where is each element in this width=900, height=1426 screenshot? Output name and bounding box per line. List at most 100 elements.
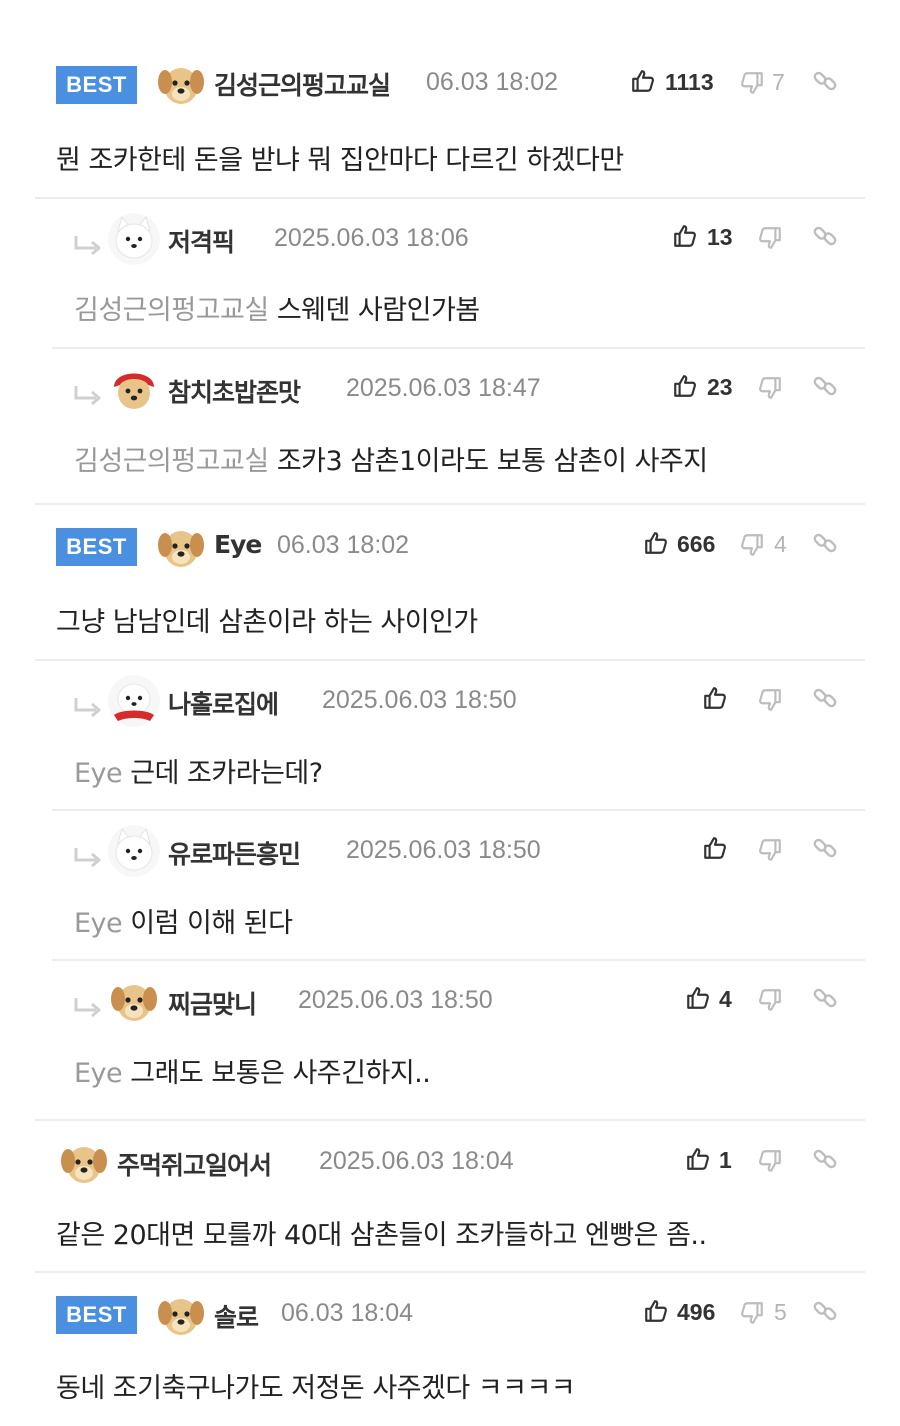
best-badge: BEST	[56, 66, 137, 104]
comment-text: 김성근의펑고교실 조카3 삼촌1이라도 보통 삼촌이 사주지	[74, 439, 708, 478]
like-count: 23	[707, 374, 733, 400]
thumb-down-icon[interactable]	[757, 987, 783, 1013]
comment-author[interactable]: 저격픽	[168, 223, 235, 259]
thumb-up-icon[interactable]	[685, 1146, 711, 1172]
like-count: 1113	[665, 69, 714, 95]
comment-body: 스웨덴 사람인가봄	[276, 295, 480, 326]
link-icon[interactable]	[812, 530, 838, 556]
link-icon[interactable]	[812, 985, 838, 1011]
comment-author[interactable]: 솔로	[214, 1298, 259, 1334]
comment-author[interactable]: 주먹쥐고일어서	[117, 1146, 272, 1182]
link-icon[interactable]	[812, 1298, 838, 1324]
reply-arrow-icon	[72, 234, 104, 258]
avatar[interactable]	[108, 213, 160, 265]
mention[interactable]: Eye	[74, 758, 123, 789]
thumb-up-icon[interactable]	[672, 223, 698, 249]
avatar[interactable]	[108, 675, 160, 727]
comment-item: BEST Eye 06.03 18:02 666 4 그냥 남남인데 삼촌이라 …	[0, 505, 900, 659]
comment-author[interactable]: Eye	[214, 530, 262, 559]
thumb-up-icon[interactable]	[702, 685, 728, 711]
dislike-count: 5	[774, 1299, 787, 1325]
like-count: 13	[707, 224, 733, 250]
comment-date: 06.03 18:02	[277, 531, 410, 559]
mention[interactable]: Eye	[74, 908, 123, 939]
thumb-down-icon[interactable]	[739, 70, 765, 96]
like-count: 1	[719, 1147, 732, 1173]
comment-author[interactable]: 찌금맞니	[168, 985, 257, 1021]
best-badge: BEST	[56, 1296, 137, 1334]
like-count: 666	[677, 531, 716, 557]
thumb-down-icon[interactable]	[739, 532, 765, 558]
mention[interactable]: Eye	[74, 1058, 123, 1089]
link-icon[interactable]	[812, 685, 838, 711]
comment-text: 그냥 남남인데 삼촌이라 하는 사이인가	[56, 607, 478, 638]
thumb-down-icon[interactable]	[757, 225, 783, 251]
link-icon[interactable]	[812, 835, 838, 861]
thumb-up-icon[interactable]	[630, 68, 656, 94]
avatar[interactable]	[155, 521, 207, 573]
reply-item: 참치초밥존맛 2025.06.03 18:47 23 김성근의펑고교실 조카3 …	[0, 349, 900, 503]
comment-text: Eye 이럼 이해 된다	[74, 901, 293, 940]
comment-text: 같은 20대면 모를까 40대 삼촌들이 조카들하고 엔빵은 좀..	[56, 1220, 707, 1251]
comment-date: 06.03 18:04	[281, 1299, 414, 1327]
dislike-count: 7	[772, 69, 785, 95]
dislike-count: 4	[774, 531, 787, 557]
avatar[interactable]	[108, 975, 160, 1027]
thumb-down-icon[interactable]	[757, 375, 783, 401]
thumb-up-icon[interactable]	[643, 1298, 669, 1324]
comment-date: 2025.06.03 18:47	[346, 374, 541, 402]
avatar[interactable]	[58, 1137, 110, 1189]
comment-body: 근데 조카라는데?	[130, 758, 323, 789]
mention[interactable]: 김성근의펑고교실	[74, 446, 269, 477]
thumb-up-icon[interactable]	[672, 373, 698, 399]
best-badge: BEST	[56, 528, 137, 566]
comment-date: 2025.06.03 18:50	[298, 986, 493, 1014]
comment-date: 2025.06.03 18:50	[322, 686, 517, 714]
avatar[interactable]	[155, 58, 207, 110]
comment-author[interactable]: 김성근의펑고교실	[214, 66, 391, 102]
like-count: 4	[719, 986, 732, 1012]
comment-body: 이럼 이해 된다	[130, 908, 293, 939]
thumb-up-icon[interactable]	[685, 985, 711, 1011]
reply-item: 유로파든흥민 2025.06.03 18:50 Eye 이럼 이해 된다	[0, 811, 900, 959]
comment-text: Eye 근데 조카라는데?	[74, 751, 323, 790]
comment-text: 동네 조기축구나가도 저정돈 사주겠다 ㅋㅋㅋㅋ	[56, 1373, 576, 1404]
thumb-down-icon[interactable]	[757, 687, 783, 713]
comment-text: 뭔 조카한테 돈을 받냐 뭐 집안마다 다르긴 하겠다만	[56, 145, 624, 176]
link-icon[interactable]	[812, 1146, 838, 1172]
link-icon[interactable]	[812, 68, 838, 94]
reply-item: 저격픽 2025.06.03 18:06 13 김성근의펑고교실 스웨덴 사람인…	[0, 199, 900, 347]
reply-arrow-icon	[72, 696, 104, 720]
thumb-up-icon[interactable]	[702, 835, 728, 861]
reply-arrow-icon	[72, 846, 104, 870]
reply-item: 나홀로집에 2025.06.03 18:50 Eye 근데 조카라는데?	[0, 661, 900, 809]
link-icon[interactable]	[812, 223, 838, 249]
reply-item: 찌금맞니 2025.06.03 18:50 4 Eye 그래도 보통은 사주긴하…	[0, 961, 900, 1119]
comment-author[interactable]: 나홀로집에	[168, 685, 279, 721]
mention[interactable]: 김성근의펑고교실	[74, 295, 269, 326]
thumb-down-icon[interactable]	[757, 837, 783, 863]
comment-author[interactable]: 참치초밥존맛	[168, 373, 301, 409]
comment-date: 2025.06.03 18:04	[319, 1147, 514, 1175]
avatar[interactable]	[108, 825, 160, 877]
comment-body: 그래도 보통은 사주긴하지..	[130, 1058, 431, 1089]
avatar[interactable]	[155, 1289, 207, 1341]
reply-arrow-icon	[72, 996, 104, 1020]
comment-item: 주먹쥐고일어서 2025.06.03 18:04 1 같은 20대면 모를까 4…	[0, 1121, 900, 1271]
comment-item: BEST 김성근의펑고교실 06.03 18:02 1113 7 뭔 조카한테 …	[0, 0, 900, 198]
comment-text: Eye 그래도 보통은 사주긴하지..	[74, 1051, 431, 1090]
like-count: 496	[677, 1299, 716, 1325]
comment-date: 2025.06.03 18:50	[346, 836, 541, 864]
comment-body: 조카3 삼촌1이라도 보통 삼촌이 사주지	[276, 446, 708, 477]
link-icon[interactable]	[812, 373, 838, 399]
reply-arrow-icon	[72, 384, 104, 408]
avatar[interactable]	[108, 363, 160, 415]
thumb-down-icon[interactable]	[739, 1300, 765, 1326]
comment-date: 2025.06.03 18:06	[274, 224, 469, 252]
thumb-up-icon[interactable]	[643, 530, 669, 556]
comment-author[interactable]: 유로파든흥민	[168, 835, 301, 871]
comment-item: BEST 솔로 06.03 18:04 496 5 동네 조기축구나가도 저정돈…	[0, 1273, 900, 1426]
comment-text: 김성근의펑고교실 스웨덴 사람인가봄	[74, 288, 480, 327]
comment-date: 06.03 18:02	[426, 68, 559, 96]
thumb-down-icon[interactable]	[757, 1148, 783, 1174]
